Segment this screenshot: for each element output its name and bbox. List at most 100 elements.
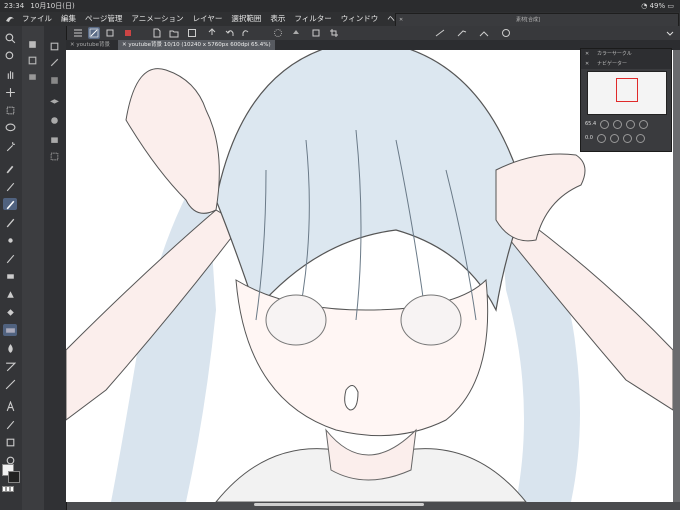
fit-icon[interactable] (626, 119, 636, 129)
move-icon[interactable] (3, 86, 17, 98)
zoom-value[interactable]: 65.4 (585, 121, 596, 127)
actual-size-icon[interactable] (639, 119, 649, 129)
right-eye (400, 294, 462, 346)
lasso-icon[interactable] (3, 122, 17, 134)
navigator-viewport-frame[interactable] (616, 78, 638, 102)
zoom-row: 65.4 (585, 119, 649, 129)
snap-icon[interactable] (456, 27, 468, 39)
open-file-icon[interactable] (168, 27, 180, 39)
pencil-icon[interactable] (3, 198, 17, 210)
menu-file[interactable]: ファイル (22, 12, 52, 26)
subtool-icon-3[interactable] (25, 70, 39, 82)
layer-lock-icon[interactable] (47, 132, 61, 144)
chevron-down-icon[interactable] (664, 27, 676, 39)
airbrush-icon[interactable] (3, 234, 17, 246)
layer-brush-icon[interactable] (47, 56, 61, 68)
brush-icon[interactable] (3, 216, 17, 228)
crop-icon[interactable] (328, 27, 340, 39)
menu-filter[interactable]: フィルター (294, 12, 331, 26)
save-icon[interactable] (186, 27, 198, 39)
tab-youtube-bg[interactable]: ✕ youtube背景 (66, 40, 114, 50)
menu-layer[interactable]: レイヤー (193, 12, 223, 26)
help-icon[interactable] (500, 27, 512, 39)
pen-mode-icon[interactable] (88, 27, 100, 39)
navigator-thumbnail[interactable] (587, 71, 667, 115)
menu-edit[interactable]: 編集 (61, 12, 76, 26)
sub-color-swatch[interactable] (8, 471, 20, 483)
layer-move-icon[interactable] (47, 74, 61, 86)
eraser-icon[interactable] (3, 270, 17, 282)
material-panel-title: 素材[合成] (516, 17, 540, 23)
reset-rotation-icon[interactable] (622, 133, 632, 143)
menu-view[interactable]: 表示 (270, 12, 285, 26)
transform-icon[interactable] (310, 27, 322, 39)
layer-stack-icon[interactable] (47, 96, 61, 108)
fill-icon[interactable] (290, 27, 302, 39)
magic-wand-icon[interactable] (3, 140, 17, 152)
tab-label: youtube背景 10/10 (10240 x 5760px 600dpi 6… (128, 42, 271, 48)
correction-icon[interactable] (3, 436, 17, 448)
zoom-in-icon[interactable] (613, 119, 623, 129)
tab-youtube-bg-active[interactable]: ✕ youtube背景 10/10 (10240 x 5760px 600dpi… (118, 40, 275, 50)
layer-icon[interactable] (104, 27, 116, 39)
menu-icon[interactable] (72, 27, 84, 39)
undo-icon[interactable] (224, 27, 236, 39)
magnifier-icon[interactable] (3, 50, 17, 62)
grid-icon[interactable] (478, 27, 490, 39)
zoom-out-icon[interactable] (600, 119, 610, 129)
balloon-icon[interactable] (3, 418, 17, 430)
material-panel-header[interactable]: ✕ 素材[合成] (395, 13, 679, 27)
navigator-tab[interactable]: ✕ ナビゲーター (581, 59, 671, 69)
frame-icon[interactable] (3, 360, 17, 372)
subtool-icon-1[interactable] (25, 38, 39, 50)
pen-icon[interactable] (3, 180, 17, 192)
decoration-icon[interactable] (3, 252, 17, 264)
share-icon[interactable] (206, 27, 218, 39)
menu-items: ファイル 編集 ページ管理 アニメーション レイヤー 選択範囲 表示 フィルター… (22, 12, 410, 26)
layer-tool-column (44, 26, 67, 510)
new-file-icon[interactable] (150, 27, 162, 39)
rect-select-icon[interactable] (3, 104, 17, 116)
color-set-icon[interactable] (122, 27, 134, 39)
layer-mask-icon[interactable] (47, 114, 61, 126)
text-icon[interactable] (3, 400, 17, 412)
wifi-icon: ◔ (641, 2, 648, 10)
subtool-icon-2[interactable] (25, 54, 39, 66)
status-time-date: 23:34 10月10日(日) (4, 0, 75, 12)
clear-icon[interactable] (272, 27, 284, 39)
close-icon[interactable]: ✕ (585, 49, 589, 59)
fill-bucket-icon[interactable] (3, 306, 17, 318)
close-icon[interactable]: ✕ (399, 14, 403, 26)
menu-animation[interactable]: アニメーション (131, 12, 183, 26)
eyedropper-icon[interactable] (3, 162, 17, 174)
menu-page[interactable]: ページ管理 (85, 12, 122, 26)
rotate-left-icon[interactable] (596, 133, 606, 143)
rotation-row: 0.0 (585, 133, 645, 143)
neck (325, 428, 417, 481)
transparent-swatch[interactable] (2, 486, 14, 492)
flip-icon[interactable] (635, 133, 645, 143)
left-eye (265, 294, 327, 346)
menu-window[interactable]: ウィンドウ (341, 12, 379, 26)
redo-icon[interactable] (240, 27, 252, 39)
left-hand (125, 68, 220, 214)
zoom-icon[interactable] (3, 32, 17, 44)
close-icon[interactable]: ✕ (585, 59, 589, 69)
blend-icon[interactable] (3, 288, 17, 300)
rotate-right-icon[interactable] (609, 133, 619, 143)
hair-top (215, 50, 527, 312)
layer-ref-icon[interactable] (47, 150, 61, 162)
app-logo-icon[interactable] (4, 13, 16, 25)
gradient-icon[interactable] (3, 324, 17, 336)
navigator-title: ナビゲーター (597, 61, 628, 67)
hand-icon[interactable] (3, 68, 17, 80)
battery-indicator: ◔ 49% ▭ (641, 0, 674, 12)
ruler-icon[interactable] (434, 27, 446, 39)
layer-new-icon[interactable] (47, 40, 61, 52)
color-circle-tab[interactable]: ✕ カラーサークル (581, 49, 671, 59)
sub-tool-palette (22, 26, 45, 510)
ruler-tool-icon[interactable] (3, 378, 17, 390)
figure-icon[interactable] (3, 342, 17, 354)
rotation-value[interactable]: 0.0 (585, 135, 593, 141)
menu-selection[interactable]: 選択範囲 (231, 12, 261, 26)
